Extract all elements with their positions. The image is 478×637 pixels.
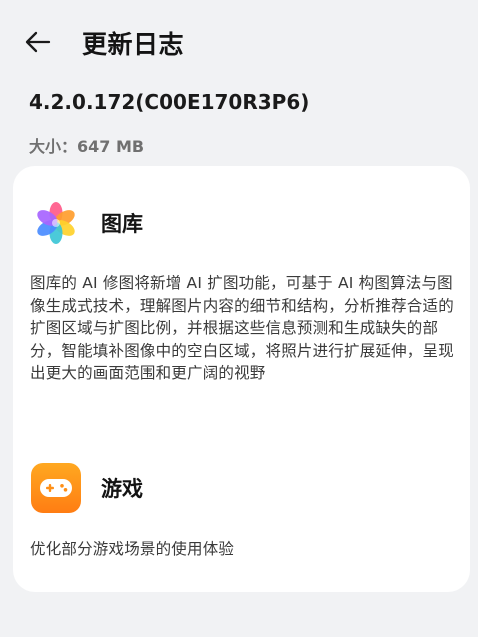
gallery-update-description: 图库的 AI 修图将新增 AI 扩图功能，可基于 AI 构图算法与图像生成式技术… — [30, 274, 454, 382]
gallery-app-name: 图库 — [101, 212, 143, 236]
app-header: 更新日志 — [0, 0, 478, 82]
gallery-flower-icon — [31, 198, 81, 248]
page-title: 更新日志 — [82, 30, 185, 59]
version-number: 4.2.0.172(C00E170R3P6) — [29, 90, 310, 114]
size-label: 大小： — [29, 137, 78, 156]
gamepad-icon — [31, 463, 81, 513]
package-size: 大小：647 MB — [29, 133, 144, 157]
games-section-header: 游戏 — [31, 463, 143, 513]
games-app-name: 游戏 — [101, 477, 143, 501]
back-arrow-icon — [25, 31, 51, 53]
gallery-section-header: 图库 — [31, 198, 143, 248]
back-button[interactable] — [20, 24, 56, 60]
games-update-description: 优化部分游戏场景的使用体验 — [30, 540, 235, 558]
size-value: 647 MB — [77, 137, 145, 156]
changelog-card: 图库 图库的 AI 修图将新增 AI 扩图功能，可基于 AI 构图算法与图像生成… — [13, 166, 470, 592]
